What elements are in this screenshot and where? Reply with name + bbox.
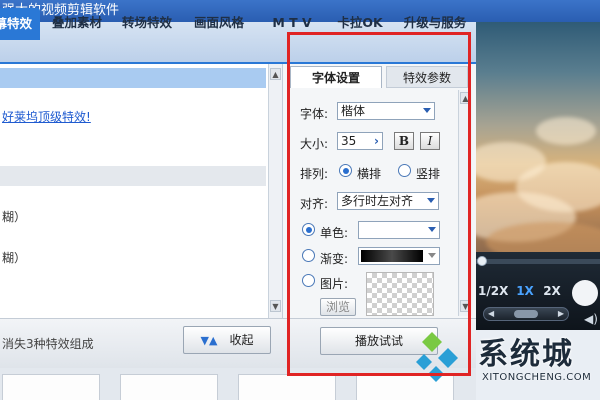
- speed-normal-button[interactable]: 1X: [512, 282, 538, 300]
- speed-double-button[interactable]: 2X: [540, 282, 564, 300]
- list-item-selected[interactable]: [0, 68, 266, 88]
- volume-track[interactable]: ◀ ▶: [483, 307, 569, 321]
- forward-icon[interactable]: ▶: [558, 308, 564, 320]
- thumbnail[interactable]: [2, 374, 100, 400]
- list-group-header[interactable]: [0, 166, 266, 186]
- video-preview: [476, 22, 600, 252]
- seek-handle[interactable]: [477, 256, 487, 266]
- highlight-frame: [287, 32, 471, 376]
- thumbnail[interactable]: [120, 374, 218, 400]
- play-button[interactable]: [572, 280, 598, 306]
- scroll-down-icon[interactable]: ▼: [270, 300, 281, 312]
- list-scrollbar[interactable]: ▲ ▼: [268, 64, 282, 318]
- hollywood-effects-link[interactable]: 好莱坞顶级特效!: [2, 108, 91, 125]
- seek-bar[interactable]: [476, 259, 600, 264]
- tab-transition[interactable]: 转场特效: [114, 10, 180, 36]
- rewind-icon[interactable]: ◀: [488, 308, 494, 320]
- watermark-text: 系统城: [478, 337, 574, 372]
- speed-half-button[interactable]: 1/2X: [478, 282, 508, 300]
- jog-handle[interactable]: [514, 310, 538, 318]
- watermark-url: XITONGCHENG.COM: [482, 372, 592, 383]
- tab-overlay[interactable]: 叠加素材: [46, 10, 108, 36]
- list-item[interactable]: 糊）: [2, 249, 26, 266]
- tab-style[interactable]: 画面风格: [186, 10, 252, 36]
- tab-subtitle-effects[interactable]: 字幕特效: [0, 8, 40, 40]
- thumbnail[interactable]: [238, 374, 336, 400]
- effect-list: [0, 64, 268, 318]
- list-item[interactable]: 糊）: [2, 208, 26, 225]
- collapse-icon: ▼▲: [200, 334, 218, 347]
- collapse-button[interactable]: ▼▲ 收起: [183, 326, 271, 354]
- status-text: 消失3种特效组成: [2, 337, 94, 351]
- scroll-up-icon[interactable]: ▲: [270, 68, 281, 80]
- volume-icon[interactable]: ◀): [584, 312, 598, 326]
